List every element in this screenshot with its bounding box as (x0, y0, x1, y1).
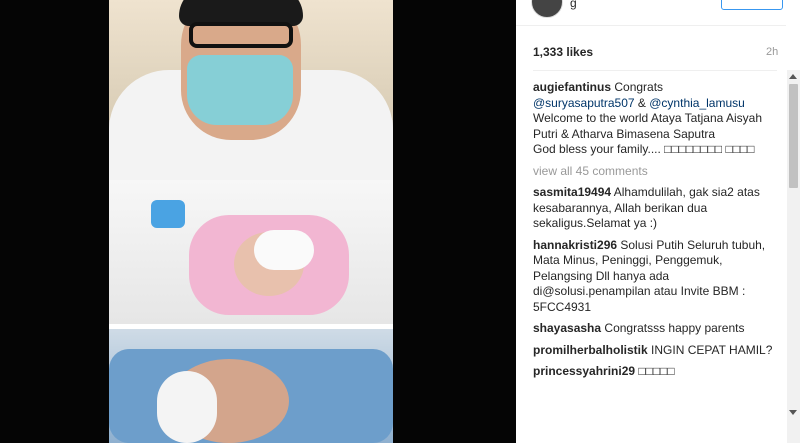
comment-username[interactable]: promilherbalholistik (533, 343, 648, 357)
follow-button[interactable] (721, 0, 783, 10)
comment-username[interactable]: augiefantinus (533, 80, 611, 94)
comments-list: augiefantinus Congrats @suryasaputra507 … (533, 80, 783, 386)
header-divider (516, 25, 786, 26)
comment-username[interactable]: hannakristi296 (533, 238, 617, 252)
photo-glasses (189, 22, 293, 48)
post-time[interactable]: 2h (766, 46, 778, 58)
comment-item: promilherbalholistik INGIN CEPAT HAMIL? (533, 343, 783, 359)
comment-text: □□□□□ (635, 364, 675, 378)
comment-username[interactable]: sasmita19494 (533, 185, 611, 199)
comment-item: sasmita19494 Alhamdulilah, gak sia2 atas… (533, 185, 783, 232)
comment-username[interactable]: shayasasha (533, 321, 601, 335)
view-all-comments-link[interactable]: view all 45 comments (533, 164, 783, 180)
mention-link[interactable]: @suryasaputra507 (533, 96, 635, 110)
comment-username[interactable]: princessyahrini29 (533, 364, 635, 378)
comment-item: hannakristi296 Solusi Putih Seluruh tubu… (533, 238, 783, 316)
comment-item: princessyahrini29 □□□□□ (533, 364, 783, 380)
comment-text: INGIN CEPAT HAMIL? (647, 342, 773, 357)
scrollbar-thumb[interactable] (789, 84, 798, 188)
comment-text: & (634, 95, 650, 110)
photo-baby-hat (254, 230, 314, 270)
photo-blue-clip (151, 200, 185, 228)
comment-text: Congrats (611, 80, 664, 94)
likes-count[interactable]: 1,333 likes (533, 45, 593, 59)
triangle-down-icon[interactable] (789, 410, 797, 415)
likes-divider (533, 70, 777, 71)
post-photo-bottom[interactable] (109, 329, 393, 443)
photo-second-baby-hat (157, 371, 217, 443)
comment-text: Welcome to the world Ataya Tatjana Aisya… (533, 111, 763, 141)
post-username[interactable]: g (570, 0, 577, 10)
post-photo-top[interactable] (109, 0, 393, 324)
photo-surgical-mask (187, 55, 293, 125)
caption-comment: augiefantinus Congrats @suryasaputra507 … (533, 80, 783, 158)
comment-item: shayasasha Congratsss happy parents (533, 321, 783, 337)
triangle-up-icon[interactable] (789, 74, 797, 79)
comment-text: God bless your family.... □□□□□□□□ □□□□ (533, 142, 755, 156)
mention-link[interactable]: @cynthia_lamusu (649, 96, 745, 110)
comment-text: Congratsss happy parents (601, 321, 745, 335)
